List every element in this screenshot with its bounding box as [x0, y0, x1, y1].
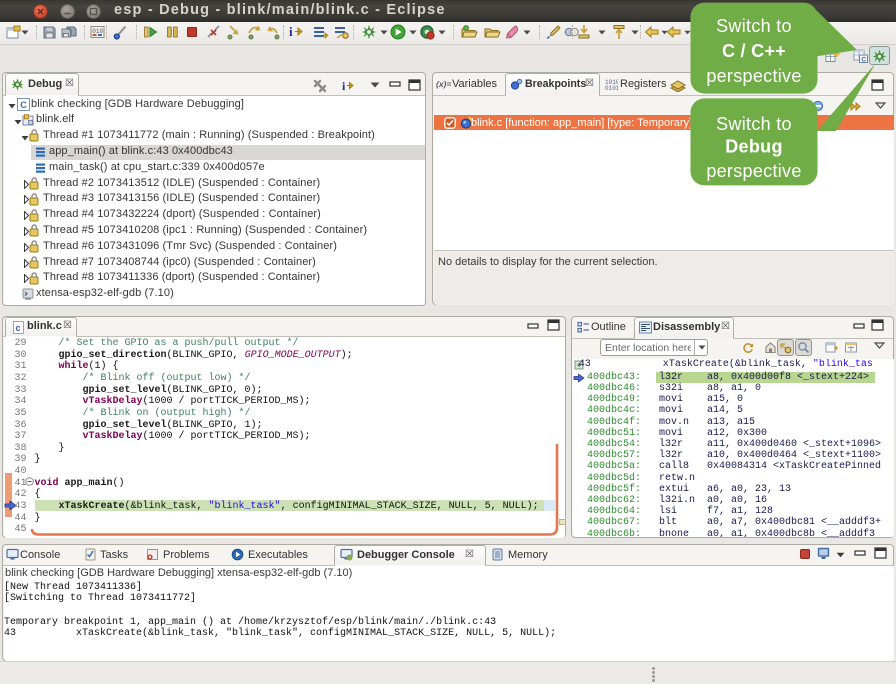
svg-text:C: C	[861, 57, 866, 64]
svg-text:0101: 0101	[605, 85, 618, 91]
svg-text:C: C	[20, 100, 27, 110]
svg-text:i: i	[289, 24, 293, 39]
svg-text:010: 010	[92, 28, 103, 35]
svg-text:i: i	[342, 79, 346, 92]
